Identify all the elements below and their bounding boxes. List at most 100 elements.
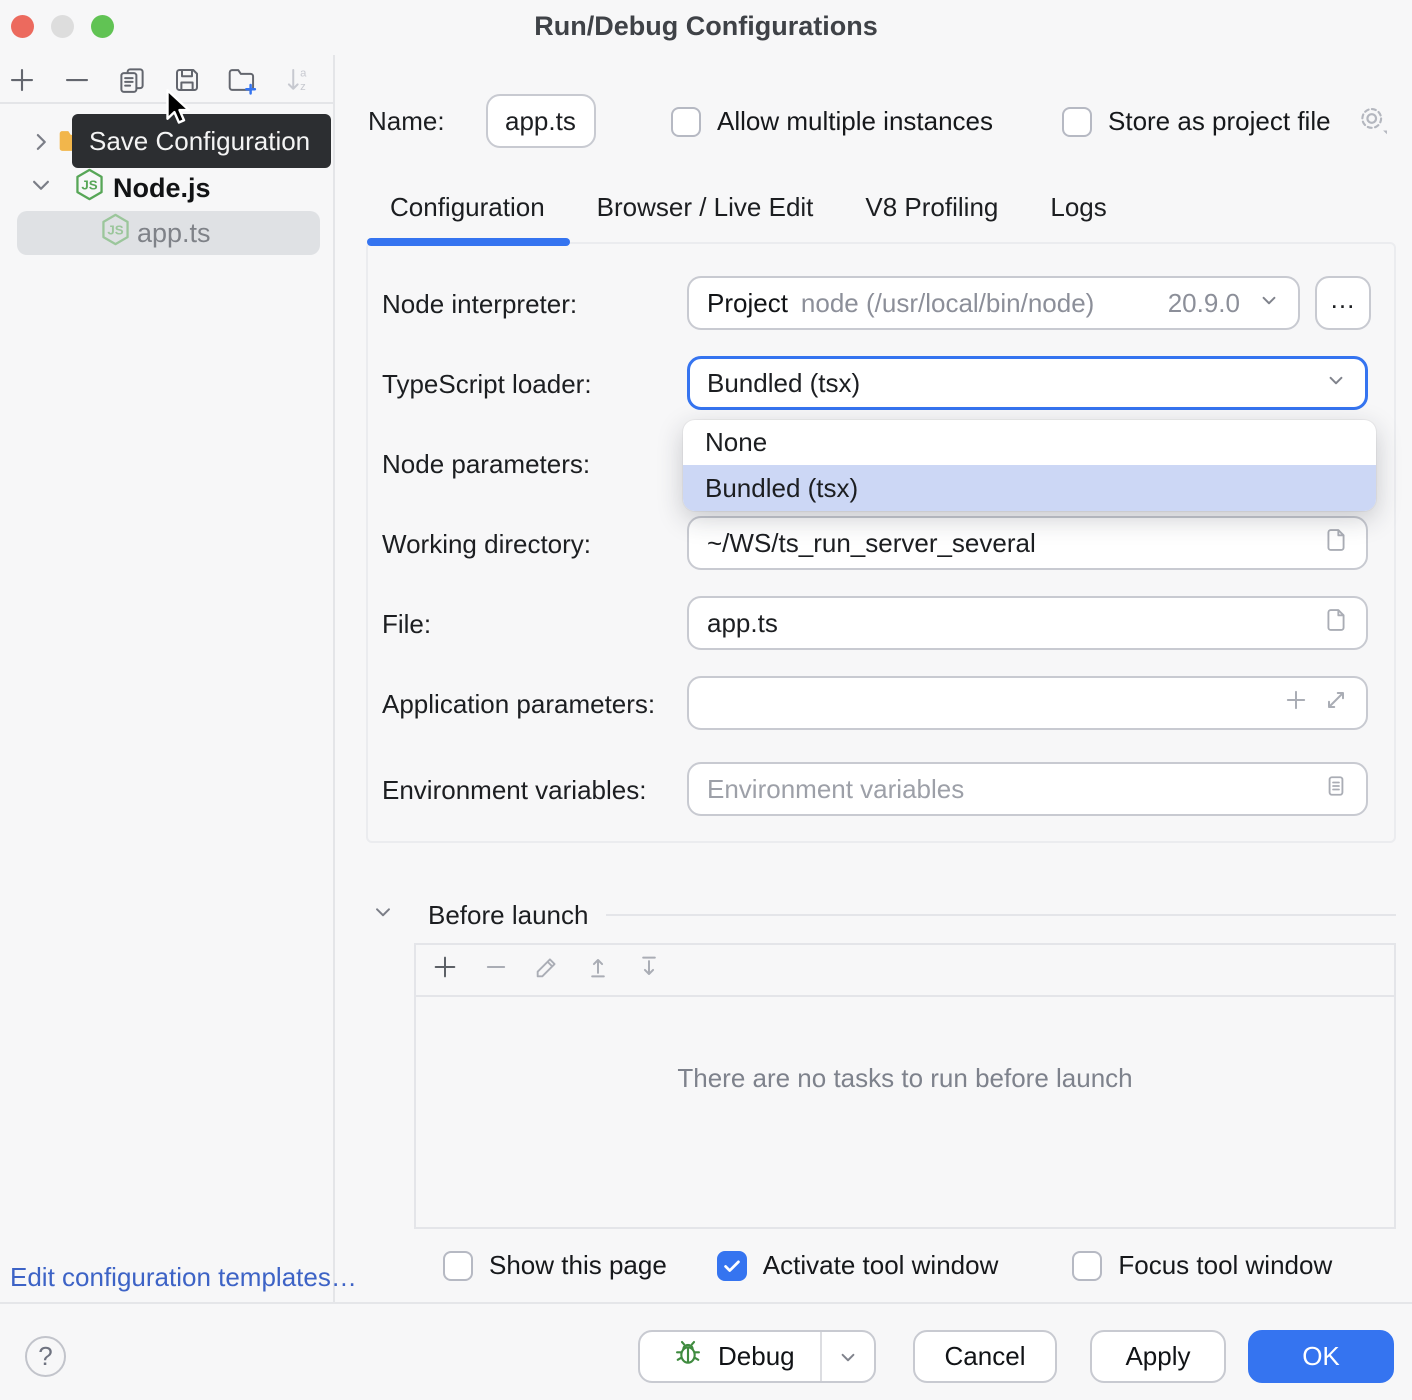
- remove-configuration-icon[interactable]: [61, 64, 93, 96]
- working-directory-field[interactable]: [687, 516, 1368, 570]
- debug-button[interactable]: Debug: [638, 1330, 876, 1383]
- copy-configuration-icon[interactable]: [116, 64, 148, 96]
- working-directory-label: Working directory:: [382, 529, 591, 560]
- sidebar-divider: [333, 55, 335, 1302]
- debug-label: Debug: [718, 1341, 795, 1372]
- ok-button[interactable]: OK: [1248, 1330, 1394, 1383]
- edit-task-icon[interactable]: [533, 953, 561, 988]
- allow-multiple-checkbox[interactable]: [671, 107, 701, 137]
- chevron-down-icon[interactable]: [370, 899, 396, 932]
- nodejs-icon: JS: [74, 168, 105, 208]
- allow-multiple-instances-option[interactable]: Allow multiple instances: [671, 106, 993, 137]
- before-launch-toolbar: [416, 945, 1394, 997]
- window-title: Run/Debug Configurations: [0, 11, 1412, 42]
- environment-variables-label: Environment variables:: [382, 775, 646, 806]
- node-parameters-label: Node parameters:: [382, 449, 590, 480]
- working-directory-input[interactable]: [707, 528, 1310, 559]
- activate-tool-window-label: Activate tool window: [763, 1250, 999, 1281]
- tree-group-label: Node.js: [113, 173, 211, 204]
- tree-group-nodejs[interactable]: JS Node.js: [0, 168, 333, 208]
- focus-tool-window-option[interactable]: Focus tool window: [1072, 1250, 1332, 1281]
- sort-configurations-icon[interactable]: az: [281, 64, 313, 96]
- move-up-icon[interactable]: [584, 953, 612, 988]
- new-folder-icon[interactable]: [226, 64, 258, 96]
- svg-text:z: z: [300, 81, 306, 93]
- chevron-down-icon: [1323, 367, 1349, 400]
- popup-option-none[interactable]: None: [683, 420, 1376, 465]
- gear-icon[interactable]: [1354, 102, 1392, 147]
- node-interpreter-label: Node interpreter:: [382, 289, 577, 320]
- svg-text:JS: JS: [107, 223, 123, 238]
- help-label: ?: [38, 1341, 52, 1372]
- edit-configuration-templates-link[interactable]: Edit configuration templates…: [10, 1262, 357, 1293]
- allow-multiple-label: Allow multiple instances: [717, 106, 993, 137]
- move-down-icon[interactable]: [635, 953, 663, 988]
- typescript-loader-value: Bundled (tsx): [707, 368, 1323, 399]
- before-launch-empty-text: There are no tasks to run before launch: [416, 1063, 1394, 1094]
- focus-tool-window-label: Focus tool window: [1118, 1250, 1332, 1281]
- browse-file-icon[interactable]: [1322, 526, 1350, 561]
- tree-item-label: app.ts: [137, 218, 211, 249]
- activate-tool-window-option[interactable]: Activate tool window: [717, 1250, 999, 1281]
- typescript-loader-popup: None Bundled (tsx): [683, 420, 1376, 511]
- application-parameters-input[interactable]: [707, 688, 1270, 719]
- environment-variables-input[interactable]: [707, 774, 1310, 805]
- config-tabs: Configuration Browser / Live Edit V8 Pro…: [390, 192, 1107, 223]
- cancel-button[interactable]: Cancel: [913, 1330, 1057, 1383]
- show-this-page-checkbox[interactable]: [443, 1251, 473, 1281]
- mouse-cursor: [163, 88, 193, 137]
- popup-option-bundled-tsx[interactable]: Bundled (tsx): [683, 465, 1376, 511]
- svg-text:a: a: [300, 67, 307, 79]
- application-parameters-label: Application parameters:: [382, 689, 655, 720]
- tab-v8-profiling[interactable]: V8 Profiling: [865, 192, 998, 223]
- save-configuration-tooltip: Save Configuration: [72, 114, 331, 168]
- node-interpreter-value: Project: [707, 288, 788, 319]
- node-interpreter-browse-button[interactable]: ...: [1315, 276, 1371, 330]
- show-this-page-option[interactable]: Show this page: [443, 1250, 667, 1281]
- help-button[interactable]: ?: [25, 1336, 66, 1377]
- typescript-loader-label: TypeScript loader:: [382, 369, 592, 400]
- check-icon: [721, 1255, 743, 1277]
- store-as-project-label: Store as project file: [1108, 106, 1331, 137]
- before-launch-box: There are no tasks to run before launch: [414, 943, 1396, 1229]
- store-as-project-option[interactable]: Store as project file: [1062, 106, 1331, 137]
- footer-options: Show this page Activate tool window Focu…: [443, 1250, 1332, 1281]
- debug-dropdown-chevron[interactable]: [822, 1344, 874, 1370]
- tab-configuration[interactable]: Configuration: [390, 192, 545, 223]
- debug-split: [820, 1332, 874, 1381]
- tooltip-text: Save Configuration: [89, 126, 310, 157]
- typescript-loader-combobox[interactable]: Bundled (tsx): [687, 356, 1368, 410]
- remove-task-icon[interactable]: [482, 953, 510, 988]
- add-task-icon[interactable]: [431, 953, 459, 988]
- file-field[interactable]: [687, 596, 1368, 650]
- tree-item-appts[interactable]: JS app.ts: [17, 211, 320, 255]
- node-interpreter-path: node (/usr/local/bin/node): [801, 288, 1168, 319]
- store-as-project-checkbox[interactable]: [1062, 107, 1092, 137]
- selected-tab-indicator: [367, 238, 570, 246]
- show-this-page-label: Show this page: [489, 1250, 667, 1281]
- chevron-down-icon[interactable]: [26, 170, 56, 207]
- activate-tool-window-checkbox[interactable]: [717, 1251, 747, 1281]
- node-interpreter-combobox[interactable]: Project node (/usr/local/bin/node) 20.9.…: [687, 276, 1300, 330]
- application-parameters-field[interactable]: [687, 676, 1368, 730]
- chevron-down-icon: [1256, 287, 1282, 320]
- environment-variables-field[interactable]: [687, 762, 1368, 816]
- name-input[interactable]: [486, 94, 596, 148]
- chevron-right-icon[interactable]: [26, 127, 56, 164]
- apply-button[interactable]: Apply: [1090, 1330, 1226, 1383]
- edit-variables-icon[interactable]: [1322, 772, 1350, 807]
- browse-file-icon[interactable]: [1322, 606, 1350, 641]
- tab-browser-live-edit[interactable]: Browser / Live Edit: [597, 192, 814, 223]
- add-configuration-icon[interactable]: [6, 64, 38, 96]
- expand-editor-icon[interactable]: [1322, 686, 1350, 721]
- node-interpreter-version: 20.9.0: [1168, 288, 1240, 319]
- tab-logs[interactable]: Logs: [1050, 192, 1106, 223]
- nodejs-icon-dimmed: JS: [100, 213, 131, 253]
- focus-tool-window-checkbox[interactable]: [1072, 1251, 1102, 1281]
- file-label: File:: [382, 609, 431, 640]
- chevron-down-icon: [835, 1344, 861, 1370]
- add-parameter-icon[interactable]: [1282, 686, 1310, 721]
- file-input[interactable]: [707, 608, 1310, 639]
- svg-text:JS: JS: [81, 178, 97, 193]
- before-launch-divider: [606, 914, 1396, 916]
